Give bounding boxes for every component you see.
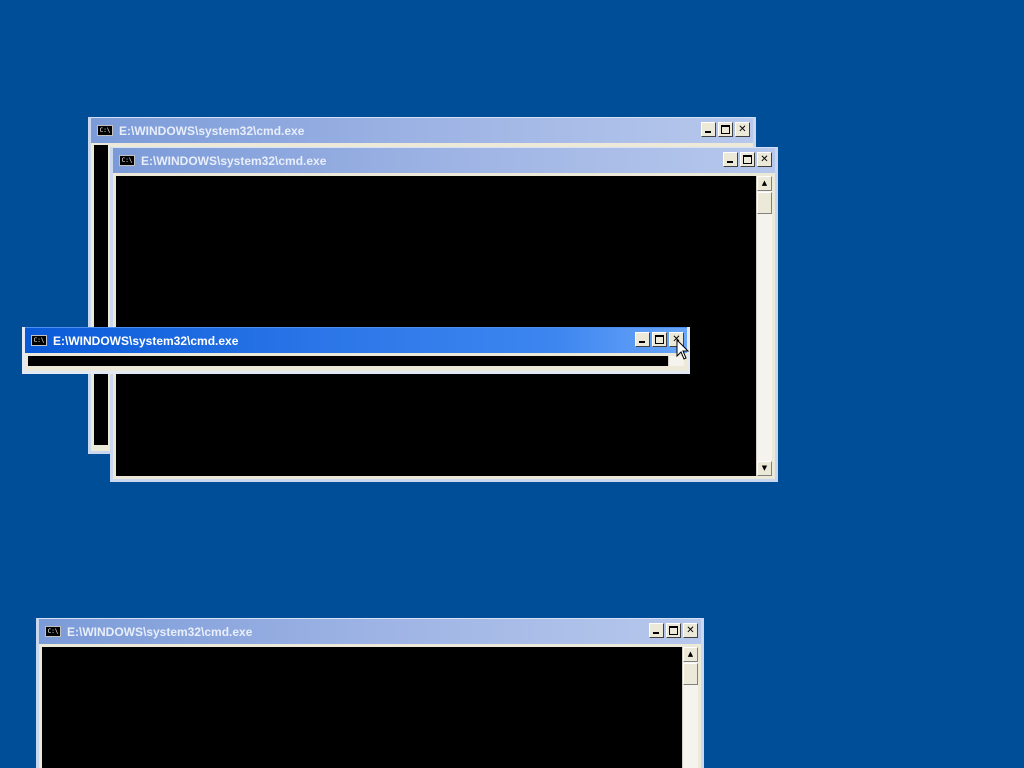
cmd-window-bottom[interactable]: C:\ E:\WINDOWS\system32\cmd.exe ✕ ▲ xyxy=(36,618,704,768)
minimize-button[interactable] xyxy=(723,152,738,167)
scroll-down-arrow-icon[interactable]: ▼ xyxy=(757,461,772,476)
vertical-scrollbar[interactable]: ▲ xyxy=(682,647,698,768)
close-button[interactable]: ✕ xyxy=(757,152,772,167)
scroll-up-arrow-icon[interactable]: ▲ xyxy=(757,176,772,191)
window-controls: ✕ xyxy=(701,122,750,137)
cmd-icon: C:\ xyxy=(31,335,47,346)
window-title: E:\WINDOWS\system32\cmd.exe xyxy=(67,624,253,639)
cmd-icon: C:\ xyxy=(119,155,135,166)
scroll-up-arrow-icon[interactable]: ▲ xyxy=(683,647,698,662)
console-area[interactable] xyxy=(28,356,668,366)
vertical-scrollbar[interactable]: ▲ ▼ xyxy=(756,176,772,476)
window-controls: ✕ xyxy=(649,623,698,638)
close-icon: ✕ xyxy=(686,625,695,636)
minimize-button[interactable] xyxy=(635,332,650,347)
close-button[interactable]: ✕ xyxy=(735,122,750,137)
maximize-button[interactable] xyxy=(652,332,667,347)
window-title: E:\WINDOWS\system32\cmd.exe xyxy=(141,153,327,168)
maximize-button[interactable] xyxy=(666,623,681,638)
scroll-thumb[interactable] xyxy=(757,192,772,214)
desktop: C:\ E:\WINDOWS\system32\cmd.exe ✕ C:\ E:… xyxy=(0,0,1024,768)
window-title: E:\WINDOWS\system32\cmd.exe xyxy=(53,333,239,348)
title-bar[interactable]: C:\ E:\WINDOWS\system32\cmd.exe ✕ xyxy=(113,147,775,173)
close-icon: ✕ xyxy=(738,124,747,135)
window-controls: ✕ xyxy=(723,152,772,167)
cmd-icon: C:\ xyxy=(45,626,61,637)
cmd-icon: C:\ xyxy=(97,125,113,136)
minimize-button[interactable] xyxy=(649,623,664,638)
title-bar[interactable]: C:\ E:\WINDOWS\system32\cmd.exe ✕ xyxy=(91,117,753,143)
close-icon: ✕ xyxy=(760,154,769,165)
title-bar[interactable]: C:\ E:\WINDOWS\system32\cmd.exe ✕ xyxy=(39,618,701,644)
title-bar[interactable]: C:\ E:\WINDOWS\system32\cmd.exe ✕ xyxy=(25,327,687,353)
console-area[interactable] xyxy=(42,647,682,768)
console-area[interactable] xyxy=(94,145,108,445)
mouse-pointer-icon xyxy=(676,339,690,360)
window-title: E:\WINDOWS\system32\cmd.exe xyxy=(119,123,305,138)
console-area[interactable] xyxy=(116,176,756,476)
maximize-button[interactable] xyxy=(740,152,755,167)
maximize-button[interactable] xyxy=(718,122,733,137)
minimize-button[interactable] xyxy=(701,122,716,137)
scroll-thumb[interactable] xyxy=(683,663,698,685)
cmd-window-middle[interactable]: C:\ E:\WINDOWS\system32\cmd.exe ✕ ▲ ▼ xyxy=(110,147,778,482)
close-button[interactable]: ✕ xyxy=(683,623,698,638)
cmd-window-front[interactable]: C:\ E:\WINDOWS\system32\cmd.exe ✕ xyxy=(22,327,690,374)
